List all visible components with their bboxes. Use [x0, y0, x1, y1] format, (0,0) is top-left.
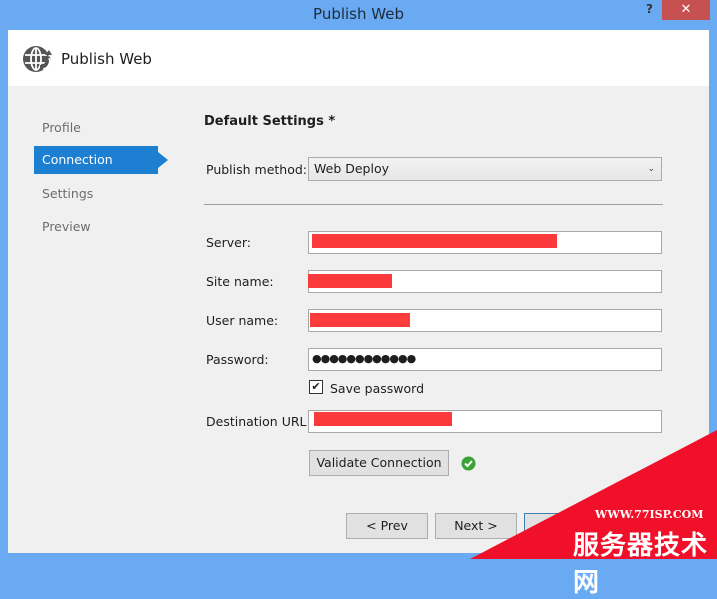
active-arrow-icon: [158, 152, 168, 168]
save-password-checkbox[interactable]: ✔: [309, 380, 323, 394]
section-title: Default Settings *: [204, 114, 336, 129]
sidebar-item-connection[interactable]: Connection: [34, 146, 158, 174]
user-name-input[interactable]: [308, 309, 662, 332]
sidebar-item-preview[interactable]: Preview: [34, 213, 158, 241]
dialog-header: Publish Web: [8, 30, 709, 86]
close-button[interactable]: ✕: [662, 0, 710, 20]
destination-url-label: Destination URL:: [206, 414, 311, 429]
site-name-input[interactable]: [308, 270, 662, 293]
publish-method-label: Publish method:: [206, 162, 308, 177]
password-label: Password:: [206, 352, 269, 367]
publish-method-select[interactable]: Web Deploy ⌄: [308, 157, 662, 181]
redaction: [314, 412, 452, 426]
redaction: [308, 274, 392, 288]
divider: [204, 204, 663, 205]
user-name-label: User name:: [206, 313, 279, 328]
watermark-text: 服务器技术网: [573, 531, 709, 598]
sidebar-item-profile[interactable]: Profile: [34, 114, 158, 142]
next-button[interactable]: Next >: [435, 513, 517, 539]
server-input[interactable]: [308, 231, 662, 254]
destination-url-input[interactable]: [308, 410, 662, 433]
site-name-label: Site name:: [206, 274, 274, 289]
window-title: Publish Web: [313, 5, 404, 23]
redaction: [312, 234, 557, 248]
save-password-label[interactable]: Save password: [330, 381, 424, 396]
success-check-icon: [461, 456, 476, 471]
header-title: Publish Web: [61, 50, 152, 68]
redaction: [310, 313, 410, 327]
password-input[interactable]: ●●●●●●●●●●●●: [308, 348, 662, 371]
validate-connection-button[interactable]: Validate Connection: [309, 450, 449, 476]
watermark-url: WWW.77ISP.COM: [595, 508, 704, 521]
help-button[interactable]: ?: [646, 2, 653, 16]
globe-publish-icon: [23, 46, 52, 72]
chevron-down-icon: ⌄: [647, 164, 655, 174]
server-label: Server:: [206, 235, 251, 250]
sidebar-item-settings[interactable]: Settings: [34, 180, 158, 208]
prev-button[interactable]: < Prev: [346, 513, 428, 539]
publish-method-value: Web Deploy: [314, 161, 389, 176]
